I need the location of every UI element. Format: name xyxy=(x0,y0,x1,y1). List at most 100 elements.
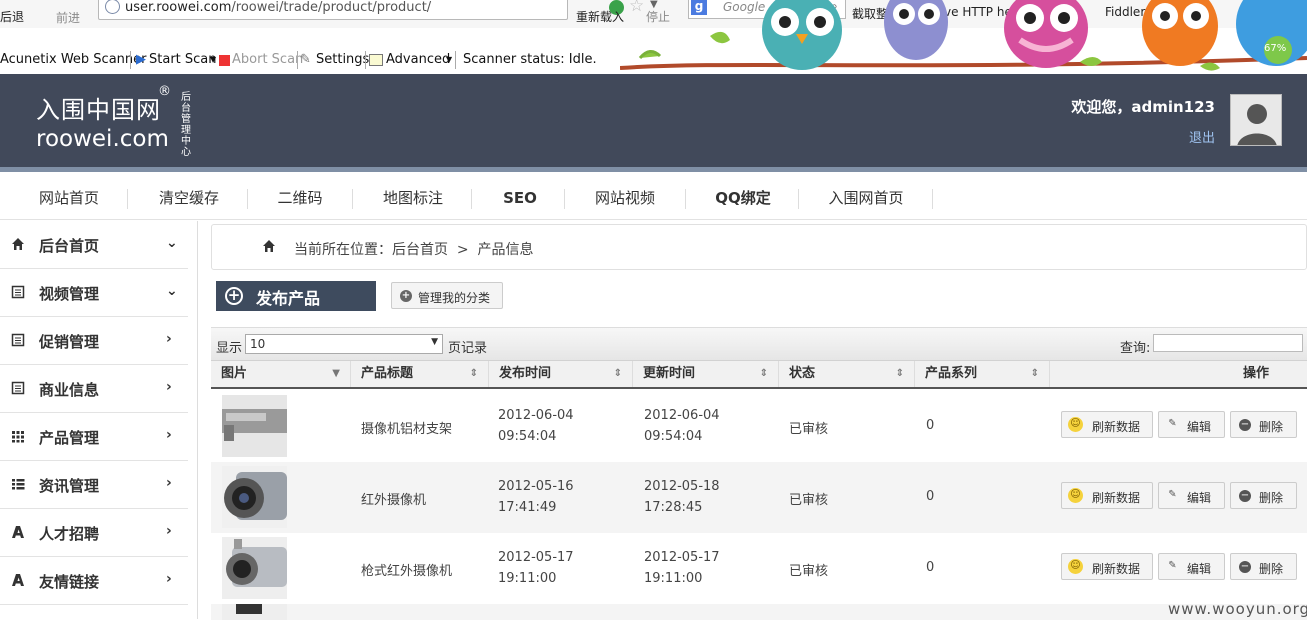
advanced-button[interactable]: Advanced xyxy=(386,52,450,67)
wrench-icon: ✎ xyxy=(300,52,311,67)
length-suffix: 页记录 xyxy=(448,341,488,356)
updated-time: 2012-06-04 09:54:04 xyxy=(644,405,720,447)
start-scan-button[interactable]: Start Scan xyxy=(149,52,217,67)
status-text: 已审核 xyxy=(789,564,829,579)
date-text: 2012-06-04 xyxy=(498,408,574,423)
table-row: 摄像机铝材支架 2012-06-04 09:54:04 2012-06-04 0… xyxy=(211,391,1307,462)
time-text: 19:11:00 xyxy=(644,571,703,586)
sidebar-item-business[interactable]: 商业信息 › xyxy=(0,365,188,413)
column-label: 发布时间 xyxy=(499,366,552,381)
pencil-icon: ✎ xyxy=(1168,489,1177,500)
search-label: 查询: xyxy=(1120,341,1151,356)
table-toolbar: 显示 10 ▼ 页记录 查询: xyxy=(211,328,1307,361)
refresh-data-button[interactable]: ☺ 刷新数据 xyxy=(1061,482,1153,509)
logout-link[interactable]: 退出 xyxy=(1189,127,1215,146)
start-scan-dropdown-icon[interactable]: ▼ xyxy=(210,55,216,64)
home-icon[interactable] xyxy=(262,239,276,253)
sidebar: 后台首页 ⌄ 视频管理 ⌄ 促销管理 › 商业信息 › 产品管理 › 资讯管理 … xyxy=(0,221,198,619)
button-label: 刷新数据 xyxy=(1092,420,1141,434)
sidebar-item-news[interactable]: 资讯管理 › xyxy=(0,461,188,509)
button-label: 刷新数据 xyxy=(1092,562,1141,576)
address-bar[interactable]: user.roowei.com/roowei/trade/product/pro… xyxy=(98,0,658,20)
breadcrumb: 当前所在位置：后台首页 > 产品信息 xyxy=(211,224,1307,270)
publish-product-label: 发布产品 xyxy=(256,289,321,308)
advanced-dropdown-icon[interactable]: ▼ xyxy=(446,55,452,64)
sidebar-item-dashboard[interactable]: 后台首页 ⌄ xyxy=(0,221,188,269)
column-label: 操作 xyxy=(1243,366,1270,381)
button-label: 删除 xyxy=(1259,420,1284,434)
reload-button[interactable]: 重新载入 xyxy=(576,8,624,25)
sidebar-item-links[interactable]: 友情链接 › xyxy=(0,557,188,605)
refresh-data-button[interactable]: ☺ 刷新数据 xyxy=(1061,553,1153,580)
product-thumbnail[interactable] xyxy=(222,604,287,620)
manage-category-button[interactable]: + 管理我的分类 xyxy=(391,282,503,309)
published-time: 2012-05-17 19:11:00 xyxy=(498,547,574,589)
manage-category-label: 管理我的分类 xyxy=(418,291,491,305)
column-header-title[interactable]: 产品标题 ⇕ xyxy=(351,361,489,387)
nav-qrcode[interactable]: 二维码 xyxy=(250,177,350,220)
product-thumbnail[interactable] xyxy=(222,537,287,599)
button-label: 删除 xyxy=(1259,491,1284,505)
edit-button[interactable]: ✎ 编辑 xyxy=(1158,411,1225,438)
sidebar-item-promotion[interactable]: 促销管理 › xyxy=(0,317,188,365)
table-row: 红外摄像机 2012-05-16 17:41:49 2012-05-18 17:… xyxy=(211,462,1307,533)
updated-time: 2012-05-17 19:11:00 xyxy=(644,547,720,589)
sidebar-item-products[interactable]: 产品管理 › xyxy=(0,413,188,461)
back-button[interactable]: 后退 xyxy=(0,8,24,25)
nav-home[interactable]: 网站首页 xyxy=(14,177,124,220)
date-text: 2012-06-04 xyxy=(644,408,720,423)
column-header-series[interactable]: 产品系列 ⇕ xyxy=(915,361,1050,387)
stop-icon[interactable] xyxy=(219,55,230,66)
nav-qq-bind[interactable]: QQ绑定 xyxy=(688,177,798,220)
play-icon[interactable]: ▶ xyxy=(136,52,146,67)
column-label: 更新时间 xyxy=(643,366,696,381)
table-search-input[interactable] xyxy=(1153,334,1303,352)
delete-button[interactable]: − 删除 xyxy=(1230,411,1297,438)
product-title[interactable]: 枪式红外摄像机 xyxy=(361,560,452,579)
nav-clear-cache[interactable]: 清空缓存 xyxy=(134,177,244,220)
product-thumbnail[interactable] xyxy=(222,395,287,457)
column-label: 产品系列 xyxy=(925,366,978,381)
logo-english[interactable]: roowei.com xyxy=(36,126,169,152)
sidebar-item-label: 人才招聘 xyxy=(39,525,100,543)
delete-button[interactable]: − 删除 xyxy=(1230,482,1297,509)
product-title[interactable]: 红外摄像机 xyxy=(361,489,426,508)
publish-product-button[interactable]: + 发布产品 xyxy=(216,281,376,311)
nav-site-video[interactable]: 网站视频 xyxy=(570,177,680,220)
font-icon xyxy=(12,574,24,586)
column-header-published[interactable]: 发布时间 ⇕ xyxy=(489,361,633,387)
nav-roowei-home[interactable]: 入围网首页 xyxy=(806,177,926,220)
forward-button[interactable]: 前进 xyxy=(56,9,80,26)
settings-button[interactable]: Settings xyxy=(316,52,369,67)
product-thumbnail[interactable] xyxy=(222,466,287,528)
sidebar-item-video[interactable]: 视频管理 ⌄ xyxy=(0,269,188,317)
chevron-right-icon: › xyxy=(166,379,172,395)
date-text: 2012-05-17 xyxy=(644,550,720,565)
nav-seo[interactable]: SEO xyxy=(475,177,565,220)
plus-circle-icon: + xyxy=(400,290,412,302)
avatar[interactable] xyxy=(1230,94,1282,146)
nav-map-marker[interactable]: 地图标注 xyxy=(358,177,468,220)
page-length-select[interactable]: 10 ▼ xyxy=(245,334,443,354)
column-header-updated[interactable]: 更新时间 ⇕ xyxy=(633,361,779,387)
nav-divider xyxy=(247,189,248,209)
sidebar-item-recruitment[interactable]: 人才招聘 › xyxy=(0,509,188,557)
chevron-down-icon: ▼ xyxy=(431,337,438,347)
sort-icon: ⇕ xyxy=(895,368,904,379)
series-value: 0 xyxy=(926,560,935,575)
toolbar-divider xyxy=(130,51,131,69)
nav-divider xyxy=(564,189,565,209)
abort-scan-button[interactable]: Abort Scan xyxy=(232,52,303,67)
sort-desc-icon: ▼ xyxy=(332,368,340,379)
edit-button[interactable]: ✎ 编辑 xyxy=(1158,553,1225,580)
time-text: 17:28:45 xyxy=(644,500,703,515)
table-header: 图片 ▼ 产品标题 ⇕ 发布时间 ⇕ 更新时间 ⇕ 状态 ⇕ 产品系列 ⇕ 操作 xyxy=(211,361,1307,389)
refresh-data-button[interactable]: ☺ 刷新数据 xyxy=(1061,411,1153,438)
delete-button[interactable]: − 删除 xyxy=(1230,553,1297,580)
column-header-status[interactable]: 状态 ⇕ xyxy=(779,361,915,387)
logo-chinese[interactable]: 入围中国网 xyxy=(36,90,161,125)
url-path: /roowei/trade/product/product/ xyxy=(231,0,432,15)
column-header-image[interactable]: 图片 ▼ xyxy=(211,361,351,387)
edit-button[interactable]: ✎ 编辑 xyxy=(1158,482,1225,509)
product-title[interactable]: 摄像机铝材支架 xyxy=(361,418,452,437)
